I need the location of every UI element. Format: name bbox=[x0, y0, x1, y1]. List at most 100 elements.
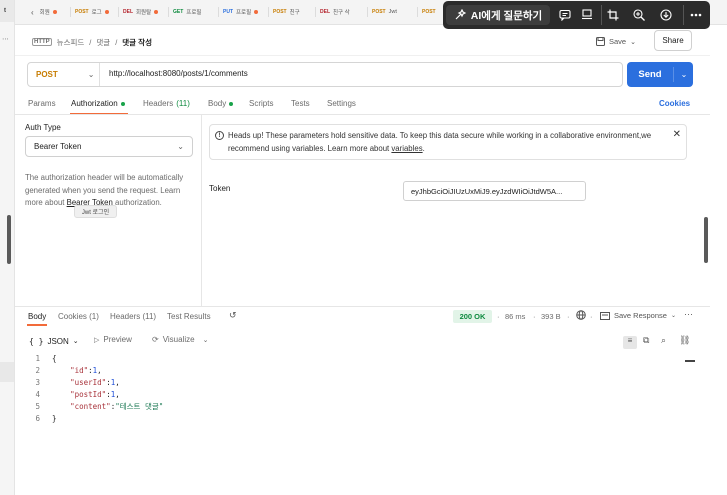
line-number: 4 bbox=[35, 389, 40, 399]
format-select[interactable]: { } JSON ⌄ bbox=[29, 334, 79, 348]
sidebar-text: t bbox=[4, 8, 6, 14]
ask-ai-label: AI에게 질문하기 bbox=[470, 9, 543, 22]
more-icon[interactable] bbox=[683, 5, 707, 25]
save-response-icon bbox=[600, 311, 610, 320]
request-tab[interactable]: PUT 프로필 bbox=[223, 6, 259, 18]
more-icon[interactable]: ··· bbox=[684, 309, 693, 319]
ask-ai-button[interactable]: AI에게 질문하기 bbox=[446, 5, 550, 25]
search-icon[interactable]: ⌕ bbox=[661, 335, 666, 346]
alert-text: Heads up! These parameters hold sensitiv… bbox=[228, 131, 652, 153]
chevron-down-icon: ⌄ bbox=[72, 338, 79, 345]
right-scrollbar[interactable] bbox=[704, 217, 708, 263]
chevron-down-icon[interactable]: ⌄ bbox=[675, 62, 693, 87]
braces-icon: { } bbox=[29, 336, 44, 346]
save-icon bbox=[596, 37, 605, 46]
response-tab[interactable]: Body bbox=[28, 312, 46, 321]
request-tab[interactable]: POST bbox=[422, 6, 439, 18]
request-tab[interactable]: POST Jwt bbox=[372, 6, 397, 18]
link-icon[interactable]: ⛓ bbox=[679, 335, 690, 346]
tab-headers[interactable]: Headers (11) bbox=[143, 99, 190, 108]
overlay-toolbar: AI에게 질문하기 bbox=[443, 1, 710, 29]
globe-icon[interactable] bbox=[576, 310, 586, 322]
auth-type-select[interactable]: Bearer Token ⌄ bbox=[25, 136, 193, 157]
response-body[interactable]: 1{2 "id": 1,3 "userId": 1,4 "postId": 1,… bbox=[27, 352, 697, 424]
chevron-left-icon[interactable]: ‹ bbox=[31, 8, 34, 17]
strip-block bbox=[0, 362, 14, 382]
breadcrumb-folder[interactable]: 댓글 bbox=[96, 37, 110, 48]
left-scrollbar[interactable] bbox=[7, 215, 11, 264]
response-time[interactable]: 86 ms bbox=[505, 312, 525, 321]
chevron-down-icon: ⌄ bbox=[87, 70, 95, 79]
copy-icon[interactable]: ⧉ bbox=[643, 335, 649, 346]
method-select[interactable]: POST ⌄ bbox=[28, 63, 100, 86]
breadcrumb-current[interactable]: 댓글 작성 bbox=[122, 37, 152, 48]
unsaved-dot bbox=[154, 10, 159, 14]
token-input[interactable]: eyJhbGciOiJIUzUxMiJ9.eyJzdWIiOiJtdW5A... bbox=[403, 181, 586, 201]
response-tab[interactable]: Cookies (1) bbox=[58, 312, 99, 321]
request-tab[interactable]: DEL 친구 삭 bbox=[320, 6, 350, 18]
send-button[interactable]: Send ⌄ bbox=[627, 62, 693, 87]
http-request-icon: HTTP bbox=[32, 38, 52, 46]
download-icon[interactable] bbox=[656, 5, 676, 25]
left-sidebar-strip: t ⋯ bbox=[0, 0, 15, 495]
info-icon: ! bbox=[215, 131, 224, 140]
crop-icon[interactable] bbox=[601, 5, 623, 25]
url-input[interactable]: http://localhost:8080/posts/1/comments bbox=[109, 69, 248, 78]
visualize-button[interactable]: ⟳ Visualize ⌄ bbox=[152, 335, 208, 344]
cookies-link[interactable]: Cookies bbox=[659, 99, 690, 108]
json-brace: } bbox=[52, 413, 57, 423]
save-label: Save bbox=[609, 37, 627, 46]
status-badge[interactable]: 200 OK bbox=[453, 310, 492, 323]
close-icon[interactable]: ✕ bbox=[673, 129, 681, 140]
tab-body[interactable]: Body bbox=[208, 99, 234, 108]
unsaved-dot bbox=[52, 10, 57, 14]
code-line: 6} bbox=[27, 412, 697, 424]
visualize-icon: ⟳ bbox=[152, 335, 159, 344]
share-button[interactable]: Share bbox=[654, 30, 692, 51]
breadcrumb-collection[interactable]: 뉴스피드 bbox=[57, 37, 85, 48]
tab-settings[interactable]: Settings bbox=[327, 99, 356, 108]
tab-params[interactable]: Params bbox=[28, 99, 56, 108]
response-size[interactable]: 393 B bbox=[541, 312, 561, 321]
tab-tests[interactable]: Tests bbox=[291, 99, 310, 108]
chevron-down-icon: ⌄ bbox=[177, 142, 184, 151]
tab-separator bbox=[70, 7, 71, 17]
request-tab[interactable]: POST 친구 bbox=[273, 6, 300, 18]
line-number: 5 bbox=[35, 401, 40, 411]
variables-link[interactable]: variables bbox=[391, 144, 422, 153]
divider bbox=[15, 114, 710, 115]
token-label: Token bbox=[209, 184, 231, 193]
chat-icon[interactable] bbox=[555, 5, 575, 25]
sensitive-data-alert: ! Heads up! These parameters hold sensit… bbox=[209, 124, 687, 160]
wrap-icon[interactable]: ≡ bbox=[623, 336, 637, 349]
response-tab[interactable]: Headers (11) bbox=[110, 312, 156, 321]
divider bbox=[201, 115, 202, 306]
request-tab[interactable]: POST 로그 bbox=[75, 6, 109, 18]
code-line: 5 "content": "테스트 댓글" bbox=[27, 400, 697, 412]
tab-authorization[interactable]: Authorization bbox=[71, 99, 125, 108]
request-tab[interactable]: ‹ 회원 bbox=[31, 6, 57, 18]
method-label: POST bbox=[36, 70, 58, 79]
request-tab[interactable]: DEL 회원탈 bbox=[123, 6, 159, 18]
breadcrumb: HTTP 뉴스피드 / 댓글 / 댓글 작성 bbox=[32, 37, 152, 48]
zoom-icon[interactable] bbox=[629, 5, 649, 25]
json-value: "테스트 댓글" bbox=[115, 401, 164, 411]
tab-separator bbox=[268, 7, 269, 17]
tab-scripts[interactable]: Scripts bbox=[249, 99, 273, 108]
tab-separator bbox=[168, 7, 169, 17]
tab-separator bbox=[367, 7, 368, 17]
unsaved-dot bbox=[254, 10, 259, 14]
json-brace: { bbox=[52, 353, 57, 363]
history-icon[interactable]: ↺ bbox=[229, 310, 237, 321]
save-button[interactable]: Save ⌄ bbox=[596, 36, 636, 47]
auth-type-label: Auth Type bbox=[25, 123, 61, 132]
chevron-down-icon: ⌄ bbox=[202, 336, 209, 344]
preview-button[interactable]: ▷ Preview bbox=[94, 335, 132, 344]
chevron-down-icon: ⌄ bbox=[670, 313, 676, 319]
save-response-button[interactable]: Save Response ⌄ bbox=[600, 311, 676, 320]
more-icon[interactable]: ⋯ bbox=[2, 35, 9, 43]
response-tab[interactable]: Test Results bbox=[167, 312, 211, 321]
request-tab[interactable]: GET 프로필 bbox=[173, 6, 201, 18]
pin-icon[interactable] bbox=[577, 5, 597, 25]
tab-separator bbox=[315, 7, 316, 17]
